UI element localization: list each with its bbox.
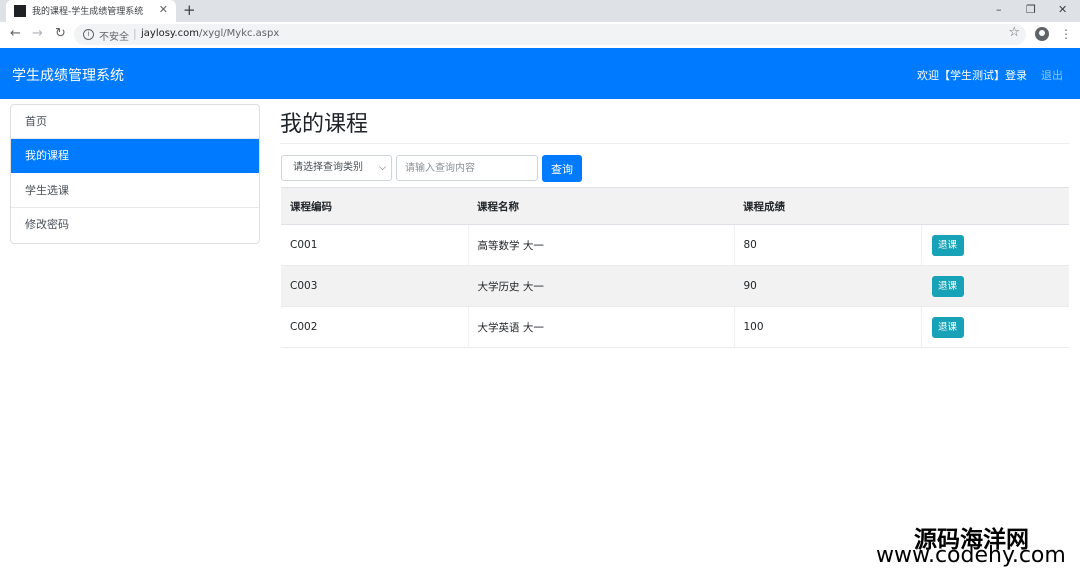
cell-course-score: 100 — [734, 306, 922, 348]
sidebar-item-home[interactable]: 首页 — [11, 105, 259, 139]
cell-actions: 退课 — [921, 224, 1069, 266]
sidebar-item-my-courses[interactable]: 我的课程 — [11, 139, 259, 173]
logout-link[interactable]: 退出 — [1041, 67, 1063, 83]
url-separator: | — [133, 27, 137, 40]
url-host: jaylosy.com — [141, 28, 199, 39]
cell-course-name: 大学英语 大一 — [468, 306, 735, 348]
browser-tab-strip: 我的课程-学生成绩管理系统 ✕ + – ❐ ✕ — [0, 0, 1080, 22]
watermark-url: www.codehy.com — [876, 543, 1066, 568]
table-row: C003 大学历史 大一 90 退课 — [281, 265, 1069, 307]
browser-tab[interactable]: 我的课程-学生成绩管理系统 ✕ — [6, 0, 176, 22]
favicon-icon — [14, 5, 26, 17]
app-navbar: 学生成绩管理系统 欢迎【学生测试】登录 退出 — [0, 48, 1080, 99]
sidebar-item-course-selection[interactable]: 学生选课 — [11, 174, 259, 208]
cell-course-score: 90 — [734, 265, 922, 307]
page-title: 我的课程 — [280, 112, 369, 137]
course-table: 课程编码 课程名称 课程成绩 C001 高等数学 大一 80 退课 C003 大… — [281, 187, 1069, 348]
drop-course-button[interactable]: 退课 — [931, 275, 964, 297]
url-text[interactable]: jaylosy.com/xygl/Mykc.aspx — [141, 28, 279, 39]
sidebar: 首页 我的课程 学生选课 修改密码 — [10, 104, 260, 244]
drop-course-button[interactable]: 退课 — [931, 316, 964, 338]
menu-icon[interactable]: ⋮ — [1060, 27, 1072, 41]
select-value: 请选择查询类别 — [293, 162, 363, 173]
url-path: /xygl/Mykc.aspx — [198, 28, 280, 39]
star-icon[interactable]: ☆ — [1008, 25, 1020, 40]
welcome-text: 欢迎【学生测试】登录 — [917, 69, 1027, 82]
query-type-select[interactable]: 请选择查询类别 ⌵ — [281, 155, 392, 181]
header-course-code: 课程编码 — [281, 187, 468, 225]
address-bar[interactable]: i 不安全 | jaylosy.com/xygl/Mykc.aspx ☆ — [74, 24, 1026, 45]
app-brand[interactable]: 学生成绩管理系统 — [12, 65, 124, 85]
title-divider — [280, 143, 1069, 144]
sidebar-item-change-password[interactable]: 修改密码 — [11, 208, 259, 242]
cell-actions: 退课 — [921, 306, 1069, 348]
security-label: 不安全 — [99, 32, 129, 43]
query-input[interactable] — [396, 155, 538, 181]
drop-course-button[interactable]: 退课 — [931, 234, 964, 256]
cell-actions: 退课 — [921, 265, 1069, 307]
cell-course-code: C002 — [281, 306, 469, 348]
table-row: C001 高等数学 大一 80 退课 — [281, 224, 1069, 266]
cell-course-code: C001 — [281, 224, 469, 266]
reload-icon[interactable]: ↻ — [55, 26, 66, 41]
new-tab-button[interactable]: + — [183, 1, 196, 19]
cell-course-name: 高等数学 大一 — [468, 224, 735, 266]
window-close-button[interactable]: ✕ — [1058, 3, 1067, 16]
account-icon[interactable] — [1035, 27, 1049, 41]
header-course-name: 课程名称 — [468, 187, 734, 225]
header-course-score: 课程成绩 — [734, 187, 921, 225]
browser-toolbar: ← → ↻ i 不安全 | jaylosy.com/xygl/Mykc.aspx… — [0, 22, 1080, 49]
table-row: C002 大学英语 大一 100 退课 — [281, 306, 1069, 348]
query-button[interactable]: 查询 — [542, 155, 582, 182]
tab-close-icon[interactable]: ✕ — [159, 3, 168, 16]
header-actions — [921, 187, 1069, 225]
tab-title: 我的课程-学生成绩管理系统 — [32, 7, 144, 17]
back-arrow-icon[interactable]: ← — [10, 26, 21, 41]
chevron-down-icon: ⌵ — [379, 163, 386, 173]
restore-button[interactable]: ❐ — [1026, 3, 1036, 16]
cell-course-code: C003 — [281, 265, 469, 307]
cell-course-name: 大学历史 大一 — [468, 265, 735, 307]
info-icon[interactable]: i — [83, 29, 94, 40]
minimize-button[interactable]: – — [996, 3, 1002, 16]
forward-arrow-icon[interactable]: → — [32, 26, 43, 41]
cell-course-score: 80 — [734, 224, 922, 266]
table-header-row: 课程编码 课程名称 课程成绩 — [281, 187, 1069, 225]
